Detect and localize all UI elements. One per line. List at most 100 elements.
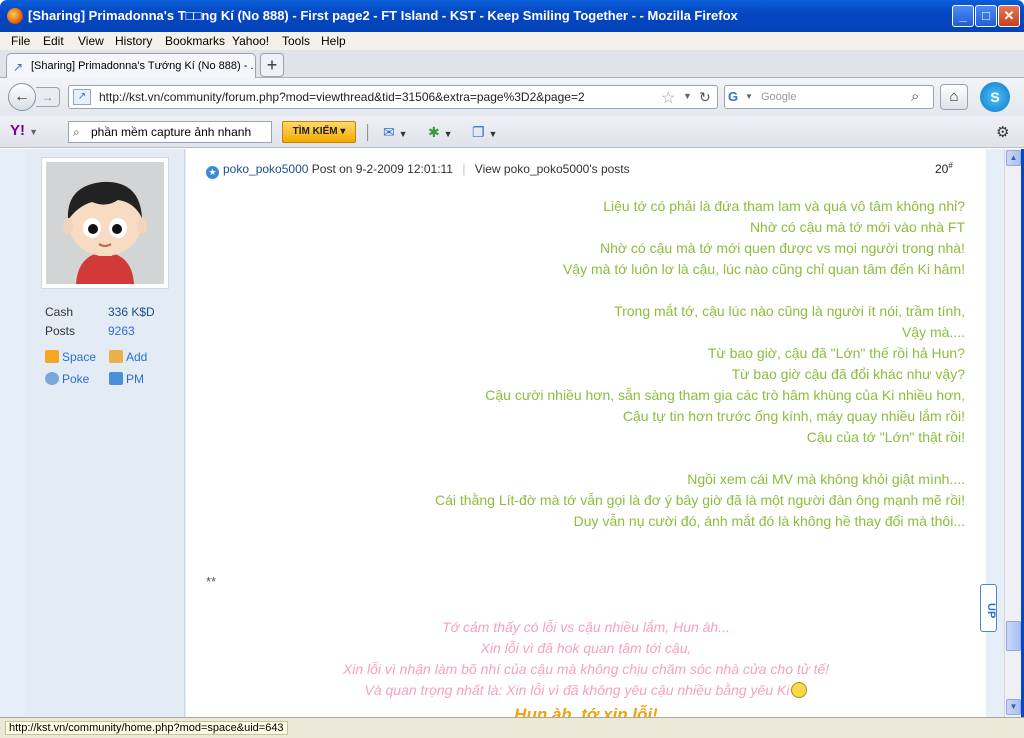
vertical-scrollbar[interactable]: ▲ ▼ <box>1004 149 1021 717</box>
yahoo-search-input[interactable]: ⌕ phần mềm capture ảnh nhanh <box>68 121 272 143</box>
site-favicon-icon: ↗ <box>13 60 24 74</box>
scroll-up-arrow-icon[interactable]: ▲ <box>1006 150 1021 166</box>
yahoo-logo-text: Y! <box>10 122 25 139</box>
site-identity-icon[interactable]: ↗ <box>73 89 91 105</box>
poem-line: Duy vẫn nụ cười đó, ánh mắt đó là không … <box>573 513 965 529</box>
navigation-bar: ← → ↗ http://kst.vn/community/forum.php?… <box>0 78 1024 116</box>
status-text: http://kst.vn/community/home.php?mod=spa… <box>5 721 288 735</box>
post-meta: ★ poko_poko5000 Post on 9-2-2009 12:01:11… <box>206 162 630 179</box>
maximize-button[interactable]: □ <box>975 5 997 27</box>
poem-line: Từ bao giờ, cậu đã "Lớn" thế rồi hả Hun? <box>707 345 965 361</box>
scroll-thumb[interactable] <box>1006 621 1021 651</box>
poke-icon <box>45 372 59 385</box>
poem-line: Nhờ có cậu mà tớ mới quen được vs mọi ng… <box>599 240 965 256</box>
space-label: Space <box>62 350 97 364</box>
gear-icon[interactable]: ⚙ <box>996 123 1009 141</box>
address-bar[interactable]: ↗ http://kst.vn/community/forum.php?mod=… <box>68 85 718 109</box>
posts-label: Posts <box>45 324 76 338</box>
forward-button[interactable]: → <box>36 87 60 107</box>
poem-line: Cậu của tớ "Lớn" thật rồi! <box>806 429 965 445</box>
view-posts-link[interactable]: View poko_poko5000's posts <box>475 162 630 176</box>
poem-line: Trong mắt tớ, cậu lúc nào cũng là người … <box>614 303 965 319</box>
left-frame <box>0 149 25 717</box>
menu-bar: File Edit View History Bookmarks Yahoo! … <box>0 32 1024 50</box>
window-title: [Sharing] Primadonna's T□□ng Kí (No 888)… <box>28 8 738 23</box>
cash-value: 336 K$D <box>108 305 155 319</box>
engine-dropdown-icon[interactable]: ▼ <box>745 92 753 101</box>
online-star-icon: ★ <box>206 166 219 179</box>
posts-value[interactable]: 9263 <box>108 324 135 338</box>
search-placeholder: Google <box>761 91 797 103</box>
apology-line: Tớ cảm thấy có lỗi vs cậu nhiều lắm, Hun… <box>442 619 730 635</box>
closing-line: Hun àh, tớ xin lỗi! <box>514 705 658 717</box>
new-tab-button[interactable]: + <box>260 53 284 77</box>
cash-label: Cash <box>45 305 74 319</box>
menu-history[interactable]: History <box>115 34 152 48</box>
meta-separator: | <box>462 162 466 176</box>
yahoo-logo[interactable]: Y! ▼ <box>10 122 38 139</box>
google-engine-icon[interactable]: G <box>728 89 744 105</box>
poem-line: Cái thằng Lít-đờ mà tớ vẫn gọi là đơ ý b… <box>435 492 965 508</box>
tab-strip: ↗ [Sharing] Primadonna's Tướng Kí (No 88… <box>0 50 1024 79</box>
avatar-cartoon-icon <box>46 162 164 284</box>
post-body: ★ poko_poko5000 Post on 9-2-2009 12:01:11… <box>186 149 986 717</box>
tab-label: [Sharing] Primadonna's Tướng Kí (No 888)… <box>31 60 253 72</box>
menu-help[interactable]: Help <box>321 34 346 48</box>
minimize-button[interactable]: _ <box>952 5 974 27</box>
post-number-value: 20 <box>935 162 949 176</box>
bookmark-star-icon[interactable]: ☆ <box>661 88 675 108</box>
add-friend-link[interactable]: Add <box>109 350 147 364</box>
post-author[interactable]: poko_poko5000 <box>223 162 308 176</box>
history-dropdown-icon[interactable]: ▼ <box>683 91 692 101</box>
sparkle-icon[interactable]: ✱ ▼ <box>428 123 453 141</box>
yahoo-search-button[interactable]: TÌM KIẾM ▾ <box>282 121 356 143</box>
handshake-icon <box>109 350 123 363</box>
yahoo-toolbar: Y! ▼ ⌕ phần mềm capture ảnh nhanh TÌM KI… <box>0 116 1024 148</box>
menu-file[interactable]: File <box>11 34 30 48</box>
post-number-sup: # <box>948 161 953 170</box>
poem-line: Vậy mà.... <box>901 324 965 340</box>
yahoo-search-value: phần mềm capture ảnh nhanh <box>91 125 252 139</box>
reload-icon[interactable]: ↻ <box>699 89 711 106</box>
poem-line: Ngồi xem cái MV mà không khỏi giật mình.… <box>687 471 965 487</box>
smiley-icon <box>791 682 808 698</box>
avatar[interactable] <box>41 157 169 289</box>
home-button[interactable]: ⌂ <box>940 84 968 110</box>
apology-text: Và quan trọng nhất là: Xin lỗi vì đã khô… <box>364 682 790 698</box>
menu-tools[interactable]: Tools <box>282 34 310 48</box>
menu-edit[interactable]: Edit <box>43 34 64 48</box>
apology-line-final: Và quan trọng nhất là: Xin lỗi vì đã khô… <box>186 682 986 698</box>
poem-line: Cậu tự tin hơn trước ống kính, máy quay … <box>622 408 965 424</box>
yahoo-search-icon: ⌕ <box>73 125 80 139</box>
page-content: Cash 336 K$D Posts 9263 Space Add Poke P… <box>0 149 1004 717</box>
pm-label: PM <box>126 372 144 386</box>
scroll-up-button[interactable]: UP <box>980 584 997 632</box>
back-button[interactable]: ← <box>8 83 36 111</box>
menu-yahoo[interactable]: Yahoo! <box>232 34 269 48</box>
poem-line: Vậy mà tớ luôn lơ là cậu, lúc nào cũng c… <box>562 261 965 277</box>
poke-link[interactable]: Poke <box>45 372 89 386</box>
toolbar-separator-icon: │ <box>364 124 373 140</box>
menu-view[interactable]: View <box>78 34 104 48</box>
close-button[interactable]: ✕ <box>998 5 1020 27</box>
search-icon[interactable]: ⌕ <box>911 88 919 105</box>
pm-link[interactable]: PM <box>109 372 144 386</box>
home-icon <box>45 350 59 363</box>
firefox-icon <box>7 8 23 24</box>
window-titlebar[interactable]: [Sharing] Primadonna's T□□ng Kí (No 888)… <box>0 0 1024 32</box>
mail-icon[interactable]: ✉ ▼ <box>383 123 408 141</box>
status-bar: http://kst.vn/community/home.php?mod=spa… <box>0 717 1024 738</box>
poster-sidebar: Cash 336 K$D Posts 9263 Space Add Poke P… <box>25 149 185 717</box>
skype-icon[interactable]: S <box>980 82 1010 112</box>
poem-line: Cậu cười nhiều hơn, sẵn sàng tham gia cá… <box>485 387 965 403</box>
post-number[interactable]: 20# <box>935 161 953 176</box>
search-bar[interactable]: G ▼ Google ⌕ <box>724 85 934 109</box>
poem-line: Liệu tớ có phải là đứa tham lam và quá v… <box>603 198 965 214</box>
envelope-icon <box>109 372 123 385</box>
url-text[interactable]: http://kst.vn/community/forum.php?mod=vi… <box>99 90 585 104</box>
tab-active[interactable]: ↗ [Sharing] Primadonna's Tướng Kí (No 88… <box>6 53 256 79</box>
scroll-down-arrow-icon[interactable]: ▼ <box>1006 699 1021 715</box>
space-link[interactable]: Space <box>45 350 96 364</box>
notepad-icon[interactable]: ❐ ▼ <box>472 123 497 141</box>
menu-bookmarks[interactable]: Bookmarks <box>165 34 225 48</box>
